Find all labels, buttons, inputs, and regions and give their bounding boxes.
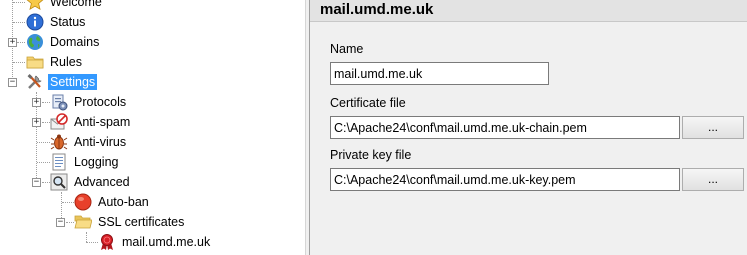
browse-certificate-button[interactable]: ...	[682, 116, 744, 139]
tree-connector	[13, 22, 25, 23]
tree-connector	[42, 122, 50, 123]
tree-item-label: Protocols	[74, 95, 127, 109]
tree-item-label: mail.umd.me.uk	[122, 235, 211, 249]
tree-item-label: Logging	[74, 155, 119, 169]
expand-toggle[interactable]: +	[8, 38, 17, 47]
tree-item-logging[interactable]: Logging	[50, 152, 121, 172]
tree-item-label: Advanced	[74, 175, 130, 189]
tree-connector	[86, 232, 87, 242]
tree-connector	[17, 42, 25, 43]
globe-icon	[26, 33, 44, 51]
certificate-details-panel: mail.umd.me.uk Name Certificate file ...…	[310, 0, 747, 255]
tree-connector	[13, 2, 25, 3]
certificate-ribbon-icon	[98, 233, 116, 251]
private-key-file-label: Private key file	[330, 148, 412, 162]
navigation-tree[interactable]: Welcome Status + Domains Rules − Setting…	[0, 0, 305, 255]
tree-item-label: Domains	[50, 35, 100, 49]
tree-item-rules[interactable]: Rules	[26, 52, 84, 72]
expand-toggle[interactable]: +	[32, 98, 41, 107]
tree-connector	[62, 202, 74, 203]
collapse-toggle[interactable]: −	[56, 218, 65, 227]
tree-item-label: Anti-virus	[74, 135, 127, 149]
tree-item-settings[interactable]: Settings	[26, 72, 98, 92]
collapse-toggle[interactable]: −	[8, 78, 17, 87]
tree-item-label: Rules	[50, 55, 82, 69]
name-input[interactable]	[330, 62, 549, 85]
tools-icon	[26, 73, 44, 91]
folder-open-icon	[74, 213, 93, 231]
tree-connector	[42, 102, 50, 103]
certificate-file-label: Certificate file	[330, 96, 406, 110]
info-icon	[26, 13, 44, 31]
tree-connector	[66, 222, 74, 223]
star-icon	[26, 0, 44, 11]
tree-item-label: Auto-ban	[98, 195, 149, 209]
expand-toggle[interactable]: +	[32, 118, 41, 127]
private-key-file-input[interactable]	[330, 168, 680, 191]
collapse-toggle[interactable]: −	[32, 178, 41, 187]
tree-connector	[37, 162, 50, 163]
log-icon	[50, 153, 68, 171]
tree-connector	[13, 62, 25, 63]
tree-item-certificate[interactable]: mail.umd.me.uk	[98, 232, 212, 252]
name-label: Name	[330, 42, 364, 56]
certificate-file-input[interactable]	[330, 116, 680, 139]
tree-connector	[86, 242, 98, 243]
protocols-icon	[50, 93, 68, 111]
tree-item-label: Anti-spam	[74, 115, 131, 129]
tree-item-label: Settings	[48, 74, 98, 90]
tree-connector	[42, 182, 50, 183]
tree-item-label: SSL certificates	[98, 215, 185, 229]
anti-spam-icon	[50, 113, 68, 131]
browse-private-key-button[interactable]: ...	[682, 168, 744, 191]
tree-item-label: Welcome	[50, 0, 102, 9]
tree-item-protocols[interactable]: Protocols	[50, 92, 128, 112]
tree-item-welcome[interactable]: Welcome	[26, 0, 104, 12]
tree-item-advanced[interactable]: Advanced	[50, 172, 132, 192]
tree-item-anti-spam[interactable]: Anti-spam	[50, 112, 132, 132]
red-circle-icon	[74, 193, 92, 211]
panel-title: mail.umd.me.uk	[310, 0, 747, 22]
folder-icon	[26, 53, 44, 71]
anti-virus-icon	[50, 133, 68, 151]
tree-item-ssl-certificates[interactable]: SSL certificates	[74, 212, 186, 232]
tree-item-status[interactable]: Status	[26, 12, 87, 32]
magnifier-icon	[50, 173, 68, 191]
tree-item-auto-ban[interactable]: Auto-ban	[74, 192, 151, 212]
tree-connector	[37, 142, 50, 143]
tree-item-anti-virus[interactable]: Anti-virus	[50, 132, 128, 152]
tree-item-domains[interactable]: Domains	[26, 32, 101, 52]
tree-item-label: Status	[50, 15, 86, 29]
